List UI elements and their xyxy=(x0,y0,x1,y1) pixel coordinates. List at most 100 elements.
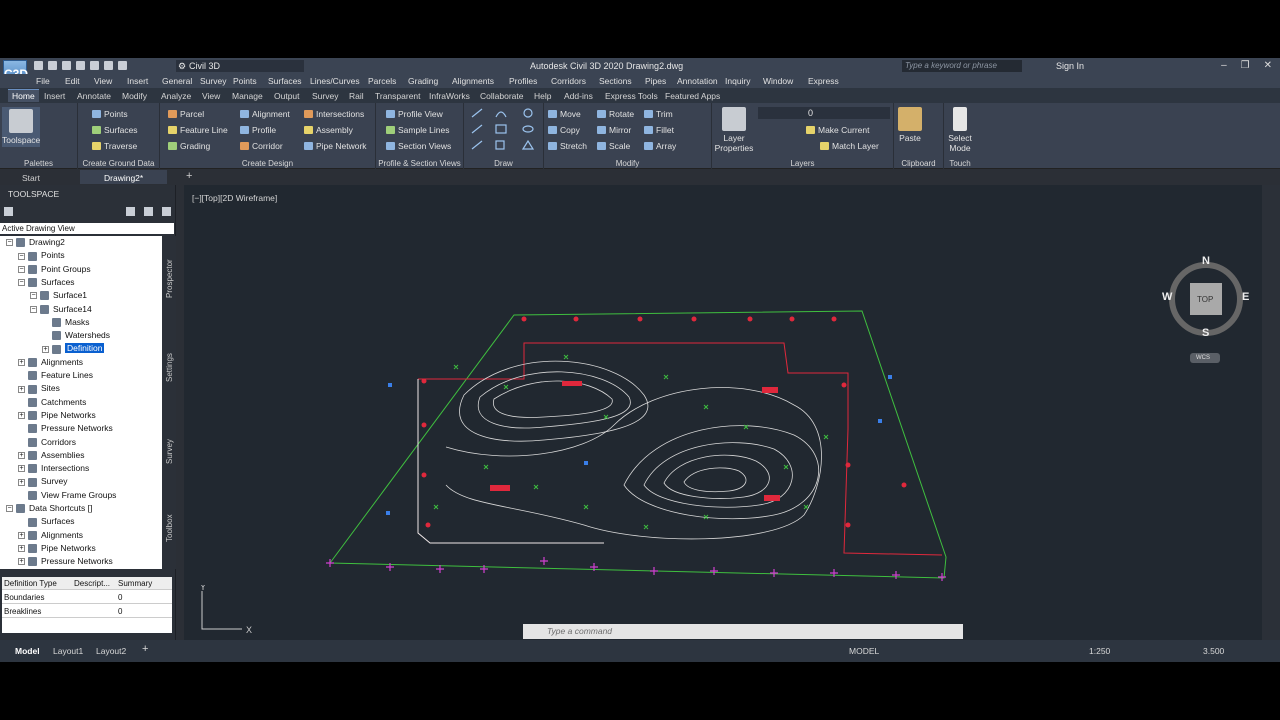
tree-item[interactable]: − Drawing2 xyxy=(6,236,65,249)
undo-icon[interactable] xyxy=(104,61,113,70)
tab-annotate[interactable]: Annotate xyxy=(77,91,111,101)
tab-home[interactable]: Home xyxy=(8,89,39,102)
layer-dropdown[interactable]: 0 xyxy=(758,107,890,119)
expand-icon[interactable]: + xyxy=(18,465,25,473)
menu-general[interactable]: General xyxy=(162,76,192,86)
tree-item[interactable]: Masks xyxy=(42,316,90,329)
menu-survey[interactable]: Survey xyxy=(200,76,226,86)
tree-item[interactable]: View Frame Groups xyxy=(18,489,116,502)
new-tab-icon[interactable]: + xyxy=(186,170,192,182)
tree-item[interactable]: Corridors xyxy=(18,436,76,449)
tree-item[interactable]: − Surface14 xyxy=(30,303,92,316)
tree-item[interactable]: − Points xyxy=(18,249,65,262)
menu-corridors[interactable]: Corridors xyxy=(551,76,586,86)
fillet-button[interactable]: Fillet xyxy=(644,125,674,135)
expand-icon[interactable]: − xyxy=(30,305,37,313)
maximize-icon[interactable]: ❐ xyxy=(1241,60,1250,71)
tree-item[interactable]: Pressure Networks xyxy=(18,422,113,435)
expand-icon[interactable]: − xyxy=(6,505,13,513)
expand-icon[interactable]: + xyxy=(18,385,25,393)
new-icon[interactable] xyxy=(34,61,43,70)
menu-alignments[interactable]: Alignments xyxy=(452,76,494,86)
compass-north[interactable]: N xyxy=(1202,255,1210,267)
expand-icon[interactable]: + xyxy=(18,478,25,486)
expand-icon[interactable]: + xyxy=(18,452,25,460)
menu-profiles[interactable]: Profiles xyxy=(509,76,537,86)
tree-item[interactable]: + Sites xyxy=(18,382,60,395)
tree-item[interactable]: + Survey xyxy=(18,475,67,488)
compass-east[interactable]: E xyxy=(1242,291,1249,303)
alignment-button[interactable]: Alignment xyxy=(240,109,290,119)
match-layer-button[interactable]: Match Layer xyxy=(820,141,879,151)
expand-icon[interactable]: + xyxy=(18,558,25,566)
tree-item[interactable]: − Surfaces xyxy=(18,276,75,289)
layout1-tab[interactable]: Layout1 xyxy=(53,646,83,656)
expand-icon[interactable]: − xyxy=(18,279,25,287)
vtab-survey[interactable]: Survey xyxy=(165,439,174,464)
menu-points[interactable]: Points xyxy=(233,76,257,86)
model-tab[interactable]: Model xyxy=(15,646,40,656)
profile-button[interactable]: Profile xyxy=(240,125,276,135)
model-space-button[interactable]: MODEL xyxy=(849,646,879,656)
view-select[interactable]: Active Drawing View xyxy=(0,223,174,234)
paste-button[interactable]: Paste xyxy=(898,107,922,143)
draw-tools[interactable] xyxy=(468,107,544,153)
layout2-tab[interactable]: Layout2 xyxy=(96,646,126,656)
compass-south[interactable]: S xyxy=(1202,327,1209,339)
start-tab[interactable]: Start xyxy=(22,173,40,183)
menu-edit[interactable]: Edit xyxy=(65,76,80,86)
tab-addins[interactable]: Add-ins xyxy=(564,91,593,101)
tab-transparent[interactable]: Transparent xyxy=(375,91,421,101)
save-as-icon[interactable] xyxy=(76,61,85,70)
layer-properties-button[interactable]: Layer Properties xyxy=(714,107,754,153)
tree-item[interactable]: + Intersections xyxy=(18,462,89,475)
tree-item[interactable]: + Pressure Networks xyxy=(18,555,113,568)
tree-item[interactable]: Watersheds xyxy=(42,329,110,342)
expand-icon[interactable]: + xyxy=(42,345,49,353)
compass[interactable] xyxy=(1166,257,1248,365)
menu-insert[interactable]: Insert xyxy=(127,76,148,86)
toolspace-menu-icon[interactable] xyxy=(4,207,13,216)
move-button[interactable]: Move xyxy=(548,109,581,119)
profile-view-button[interactable]: Profile View xyxy=(386,109,443,119)
compass-west[interactable]: W xyxy=(1162,291,1172,303)
feature-line-button[interactable]: Feature Line xyxy=(168,125,228,135)
rotate-button[interactable]: Rotate xyxy=(597,109,634,119)
tree-item[interactable]: + Definition xyxy=(42,342,105,355)
tab-output[interactable]: Output xyxy=(274,91,300,101)
sample-lines-button[interactable]: Sample Lines xyxy=(386,125,450,135)
menu-sections[interactable]: Sections xyxy=(599,76,632,86)
menu-parcels[interactable]: Parcels xyxy=(368,76,396,86)
section-views-button[interactable]: Section Views xyxy=(386,141,451,151)
copy-button[interactable]: Copy xyxy=(548,125,580,135)
sign-in-link[interactable]: Sign In xyxy=(1056,61,1084,71)
menu-grading[interactable]: Grading xyxy=(408,76,438,86)
tree-item[interactable]: + Alignments xyxy=(18,529,83,542)
expand-icon[interactable]: − xyxy=(18,252,25,260)
wcs-menu[interactable]: WCS xyxy=(1196,355,1210,361)
parcel-button[interactable]: Parcel xyxy=(168,109,204,119)
grid-header-cell[interactable]: Summary xyxy=(116,577,172,590)
command-line[interactable]: Type a command xyxy=(523,624,963,639)
tree-item[interactable]: Catchments xyxy=(18,396,86,409)
expand-icon[interactable]: + xyxy=(18,545,25,553)
tab-infraworks[interactable]: InfraWorks xyxy=(429,91,470,101)
expand-icon[interactable]: − xyxy=(30,292,37,300)
workspace-dropdown[interactable]: Civil 3D xyxy=(176,60,304,72)
tree-item[interactable]: − Data Shortcuts [] xyxy=(6,502,92,515)
corridor-button[interactable]: Corridor xyxy=(240,141,283,151)
assembly-button[interactable]: Assembly xyxy=(304,125,353,135)
menu-surfaces[interactable]: Surfaces xyxy=(268,76,302,86)
expand-icon[interactable]: − xyxy=(6,239,13,247)
annotation-scale[interactable]: 1:250 xyxy=(1089,646,1110,656)
redo-icon[interactable] xyxy=(118,61,127,70)
traverse-button[interactable]: Traverse xyxy=(92,141,137,151)
viewcube[interactable]: N S W E TOP WCS xyxy=(1162,255,1249,367)
tree-item[interactable]: − Point Groups xyxy=(18,263,91,276)
help-icon[interactable] xyxy=(162,207,171,216)
menu-annotation[interactable]: Annotation xyxy=(677,76,718,86)
tree-view-icon[interactable] xyxy=(126,207,135,216)
tab-collaborate[interactable]: Collaborate xyxy=(480,91,523,101)
close-icon[interactable]: ✕ xyxy=(1264,60,1272,71)
menu-pipes[interactable]: Pipes xyxy=(645,76,666,86)
